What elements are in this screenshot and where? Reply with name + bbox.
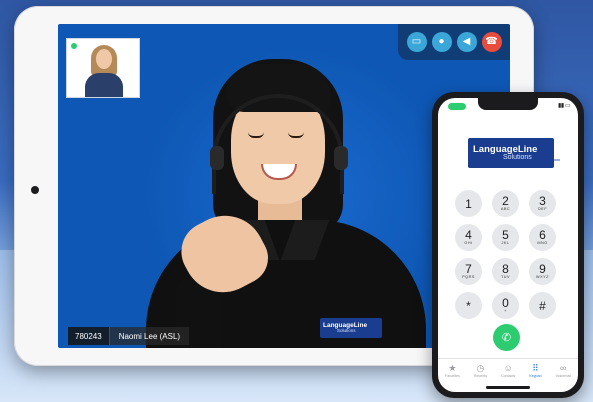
headset-earcup-right [334, 146, 348, 170]
tab-voicemail[interactable]: ∞ Voicemail [556, 364, 571, 379]
tab-label: Favorites [445, 374, 460, 379]
key-9[interactable]: 9 WXYZ [529, 258, 556, 285]
tab-label: Voicemail [555, 374, 571, 379]
key-letters: DEF [537, 207, 548, 212]
clock-icon: ◷ [476, 363, 485, 374]
key-7[interactable]: 7 PQRS [455, 258, 482, 285]
languageline-logo: LanguageLine Solutions [468, 138, 554, 168]
key-4[interactable]: 4 GHI [455, 224, 482, 251]
key-2[interactable]: 2 ABC [492, 190, 519, 217]
key-digit: 2 [502, 194, 509, 209]
interpreter-name: Naomi Lee (ASL) [109, 327, 190, 345]
key-digit: 3 [539, 194, 546, 209]
dial-keypad: 1 2 ABC 3 DEF 4 GHI 5 JKL 6 MNO 7 PQRS 8 TUV 9W… [455, 190, 565, 319]
logo-accent [554, 159, 560, 161]
call-button[interactable]: ✆ [493, 324, 520, 351]
key-digit: 7 [465, 262, 472, 277]
end-call-icon[interactable]: ☎ [481, 32, 502, 52]
key-digit: 5 [502, 228, 509, 243]
key-digit: 8 [502, 262, 509, 277]
key-hash[interactable]: # [529, 292, 556, 319]
key-digit: 6 [539, 228, 546, 243]
key-letters: PQRS [462, 275, 475, 280]
shirt-logo-line2: Solutions [337, 328, 356, 333]
key-3[interactable]: 3 DEF [529, 190, 556, 217]
contacts-icon: ☺ [503, 363, 513, 374]
key-digit: # [539, 298, 546, 313]
tab-label: Recents [473, 374, 488, 379]
headset-earcup-left [210, 146, 224, 170]
key-letters: + [504, 309, 507, 314]
phone-notch [478, 98, 538, 110]
key-8[interactable]: 8 TUV [492, 258, 519, 285]
session-id: 780243 [68, 327, 109, 345]
tab-label: Contacts [501, 374, 516, 379]
tab-keypad[interactable]: ⠿ Keypad [529, 364, 541, 379]
tablet-camera-dot [31, 186, 39, 194]
signal-battery-icon: ▮▮ ▭ [558, 103, 570, 109]
phone-tab-bar: ★ Favorites ◷ Recents ☺ Contacts ⠿ Keypad ∞ V… [438, 358, 578, 384]
key-digit: * [466, 298, 471, 313]
key-letters: GHI [464, 241, 473, 246]
key-digit: 1 [465, 196, 472, 211]
shirt-logo: LanguageLine Solutions [320, 318, 382, 338]
key-letters: WXYZ [536, 275, 549, 280]
speaker-icon[interactable]: ◀ [456, 32, 477, 52]
pip-body [85, 73, 123, 97]
key-star[interactable]: * [455, 292, 482, 319]
logo-line1: LanguageLine [473, 143, 538, 155]
tab-contacts[interactable]: ☺ Contacts [501, 364, 515, 379]
key-letters: JKL [501, 241, 510, 246]
key-5[interactable]: 5 JKL [492, 224, 519, 251]
self-view-pip[interactable] [66, 38, 140, 98]
key-digit: 9 [539, 262, 546, 277]
key-0[interactable]: 0 + [492, 292, 519, 319]
key-letters: TUV [500, 275, 511, 280]
key-letters: ABC [500, 207, 511, 212]
online-indicator-icon [70, 42, 78, 50]
keypad-icon: ⠿ [532, 363, 539, 374]
key-6[interactable]: 6 MNO [529, 224, 556, 251]
star-icon: ★ [448, 363, 457, 374]
voicemail-icon: ∞ [560, 363, 567, 374]
caller-caption: 780243 Naomi Lee (ASL) [68, 327, 190, 345]
key-1[interactable]: 1 [455, 190, 482, 217]
pip-face [96, 49, 112, 69]
tab-label: Keypad [529, 374, 542, 379]
key-digit: 4 [465, 228, 472, 243]
key-letters: MNO [537, 241, 548, 246]
phone-device: ▮▮ ▭ LanguageLine Solutions 1 2 ABC 3 DEF … [432, 92, 584, 398]
video-camera-icon[interactable]: ▭ [406, 32, 427, 52]
key-digit: 0 [502, 296, 509, 311]
call-controls: ▭ ● ◀ ☎ [398, 24, 510, 60]
phone-icon: ✆ [501, 332, 512, 344]
microphone-icon[interactable]: ● [431, 32, 452, 52]
active-call-pill-icon [448, 103, 466, 110]
logo-line2: Solutions [503, 154, 532, 162]
tab-favorites[interactable]: ★ Favorites [445, 364, 460, 379]
home-indicator [486, 386, 530, 389]
tab-recents[interactable]: ◷ Recents [474, 364, 487, 379]
phone-screen: ▮▮ ▭ LanguageLine Solutions 1 2 ABC 3 DEF … [438, 98, 578, 392]
